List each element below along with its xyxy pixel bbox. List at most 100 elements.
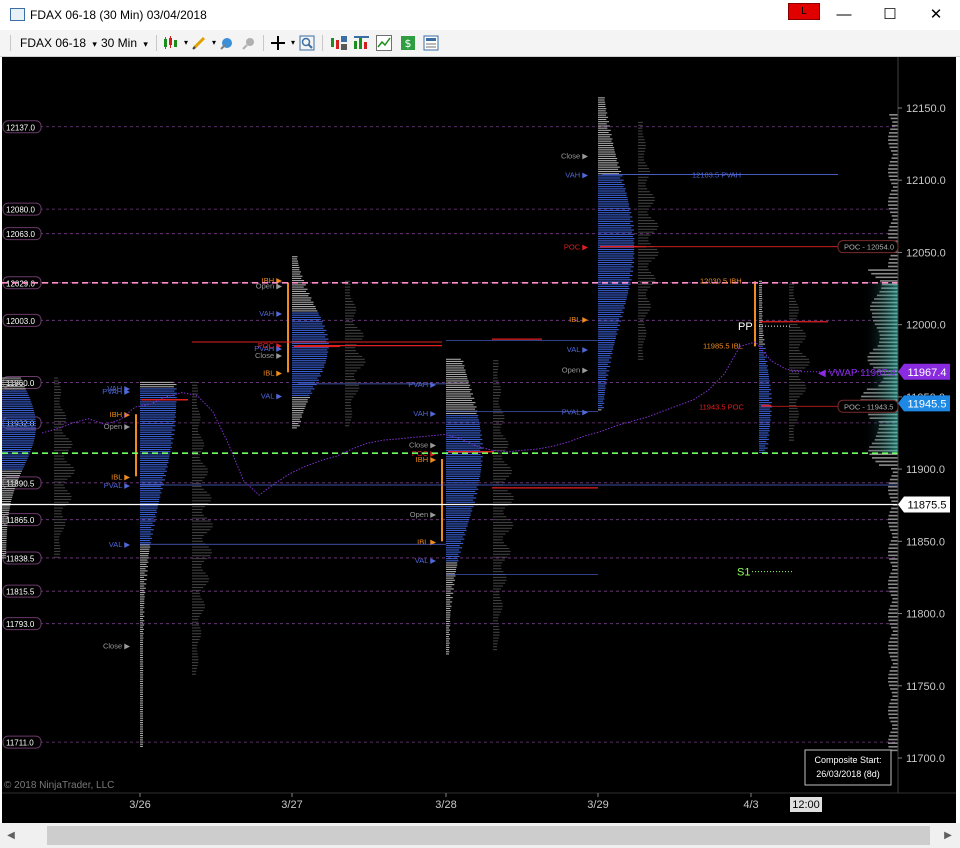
session-tag-close: Close ▶ xyxy=(255,351,283,360)
market-profile-chart[interactable]: 12137.012080.012063.012029.012003.011960… xyxy=(2,57,956,823)
tpo-row xyxy=(140,644,143,646)
horizontal-scrollbar[interactable]: ◀ ▶ xyxy=(0,823,960,848)
tpo-row xyxy=(292,271,301,273)
tpo-row xyxy=(598,108,607,110)
tpo-row xyxy=(598,196,628,199)
volume-row xyxy=(192,474,208,476)
tpo-row xyxy=(292,316,321,318)
volume-row xyxy=(54,550,61,552)
tpo-row xyxy=(446,412,477,414)
properties-icon[interactable] xyxy=(423,35,439,51)
tpo-row xyxy=(446,441,481,443)
tpo-row xyxy=(446,592,454,594)
interval-selector[interactable]: 30 Min ▾ xyxy=(101,34,148,52)
record-indicator[interactable]: L xyxy=(788,3,820,20)
instrument-selector[interactable]: FDAX 06-18 ▾ xyxy=(20,34,97,52)
global-crosshair-icon[interactable] xyxy=(219,35,235,51)
tpo-row xyxy=(140,483,164,485)
candlestick-icon[interactable] xyxy=(162,35,178,51)
scroll-right-icon[interactable]: ▶ xyxy=(940,828,956,844)
tpo-row xyxy=(598,218,631,220)
tpo-row xyxy=(759,358,765,360)
data-series-icon[interactable] xyxy=(330,35,347,51)
volume-row xyxy=(638,243,651,245)
crosshair-glyph xyxy=(271,36,285,50)
tpo-row xyxy=(140,501,160,503)
volume-row xyxy=(789,306,799,308)
volume-row xyxy=(493,365,499,368)
tpo-row xyxy=(759,408,770,410)
tpo-row xyxy=(140,570,148,572)
composite-profile-bar xyxy=(889,114,898,116)
composite-profile-bar xyxy=(889,655,898,658)
composite-profile-bar xyxy=(889,637,898,640)
session-tag-pval: PVAL ▶ xyxy=(562,407,589,416)
maximize-button[interactable]: ☐ xyxy=(875,4,905,26)
tpo-row xyxy=(292,336,326,338)
tpo-row xyxy=(446,477,480,479)
strategy-icon[interactable] xyxy=(353,35,369,51)
volume-row xyxy=(54,397,60,399)
scroll-left-icon[interactable]: ◀ xyxy=(3,828,19,844)
order-entry-icon[interactable]: $ xyxy=(400,35,416,51)
tpo-row xyxy=(140,674,144,676)
tpo-row xyxy=(140,646,143,648)
composite-profile-bar xyxy=(891,467,898,470)
volume-row xyxy=(192,468,208,470)
snap-icon[interactable] xyxy=(241,35,257,51)
composite-profile-bar xyxy=(892,536,898,539)
volume-row xyxy=(345,318,353,320)
tpo-row xyxy=(759,306,763,308)
tpo-row xyxy=(759,415,772,417)
volume-row xyxy=(345,416,352,418)
composite-profile-bar xyxy=(891,189,898,192)
volume-row xyxy=(493,389,501,391)
crosshair-icon[interactable] xyxy=(270,35,286,51)
tpo-row xyxy=(446,640,449,642)
volume-row xyxy=(493,527,512,529)
volume-row xyxy=(192,607,205,609)
tpo-row xyxy=(598,164,618,166)
scroll-thumb[interactable] xyxy=(47,826,930,845)
volume-row xyxy=(789,283,795,285)
tpo-row xyxy=(759,282,762,284)
tpo-row xyxy=(759,334,764,336)
tpo-row xyxy=(140,418,175,420)
tpo-row xyxy=(446,360,464,362)
tpo-row xyxy=(759,319,763,321)
tpo-row xyxy=(759,291,762,293)
tpo-row xyxy=(140,403,176,405)
volume-row xyxy=(493,397,500,399)
tpo-row xyxy=(598,329,619,331)
tpo-row xyxy=(446,523,468,525)
copyright-label: © 2018 NinjaTrader, LLC xyxy=(4,780,114,791)
tpo-row xyxy=(140,446,172,448)
tpo-row xyxy=(759,313,762,315)
volume-row xyxy=(493,441,508,443)
tpo-row xyxy=(598,277,630,279)
volume-row xyxy=(192,636,201,638)
minimize-button[interactable]: — xyxy=(829,4,859,26)
tpo-row xyxy=(598,140,612,142)
tpo-row xyxy=(446,547,463,549)
composite-label-2: 26/03/2018 (8d) xyxy=(816,769,880,779)
tpo-row xyxy=(140,631,143,633)
volume-row xyxy=(54,547,61,550)
tpo-row xyxy=(140,678,144,680)
tpo-row xyxy=(598,181,622,183)
zoom-icon[interactable] xyxy=(299,35,315,51)
composite-profile-bar xyxy=(888,709,898,712)
pencil-icon[interactable] xyxy=(191,35,207,51)
tpo-row xyxy=(140,436,172,438)
volume-row xyxy=(493,614,500,616)
chart-canvas[interactable]: 12137.0 12080.0 12063.0 12029.0 12003.0 11960… xyxy=(2,57,956,823)
tpo-row xyxy=(446,532,465,534)
tpo-row xyxy=(140,592,146,594)
tpo-row xyxy=(2,481,18,483)
volume-row xyxy=(192,508,203,511)
close-button[interactable]: ✕ xyxy=(921,4,951,26)
composite-profile-bar xyxy=(890,731,898,734)
tpo-row xyxy=(140,596,145,598)
title-bar: FDAX 06-18 (30 Min) 03/04/2018 L — ☐ ✕ xyxy=(0,0,960,30)
indicators-icon[interactable] xyxy=(376,35,392,51)
